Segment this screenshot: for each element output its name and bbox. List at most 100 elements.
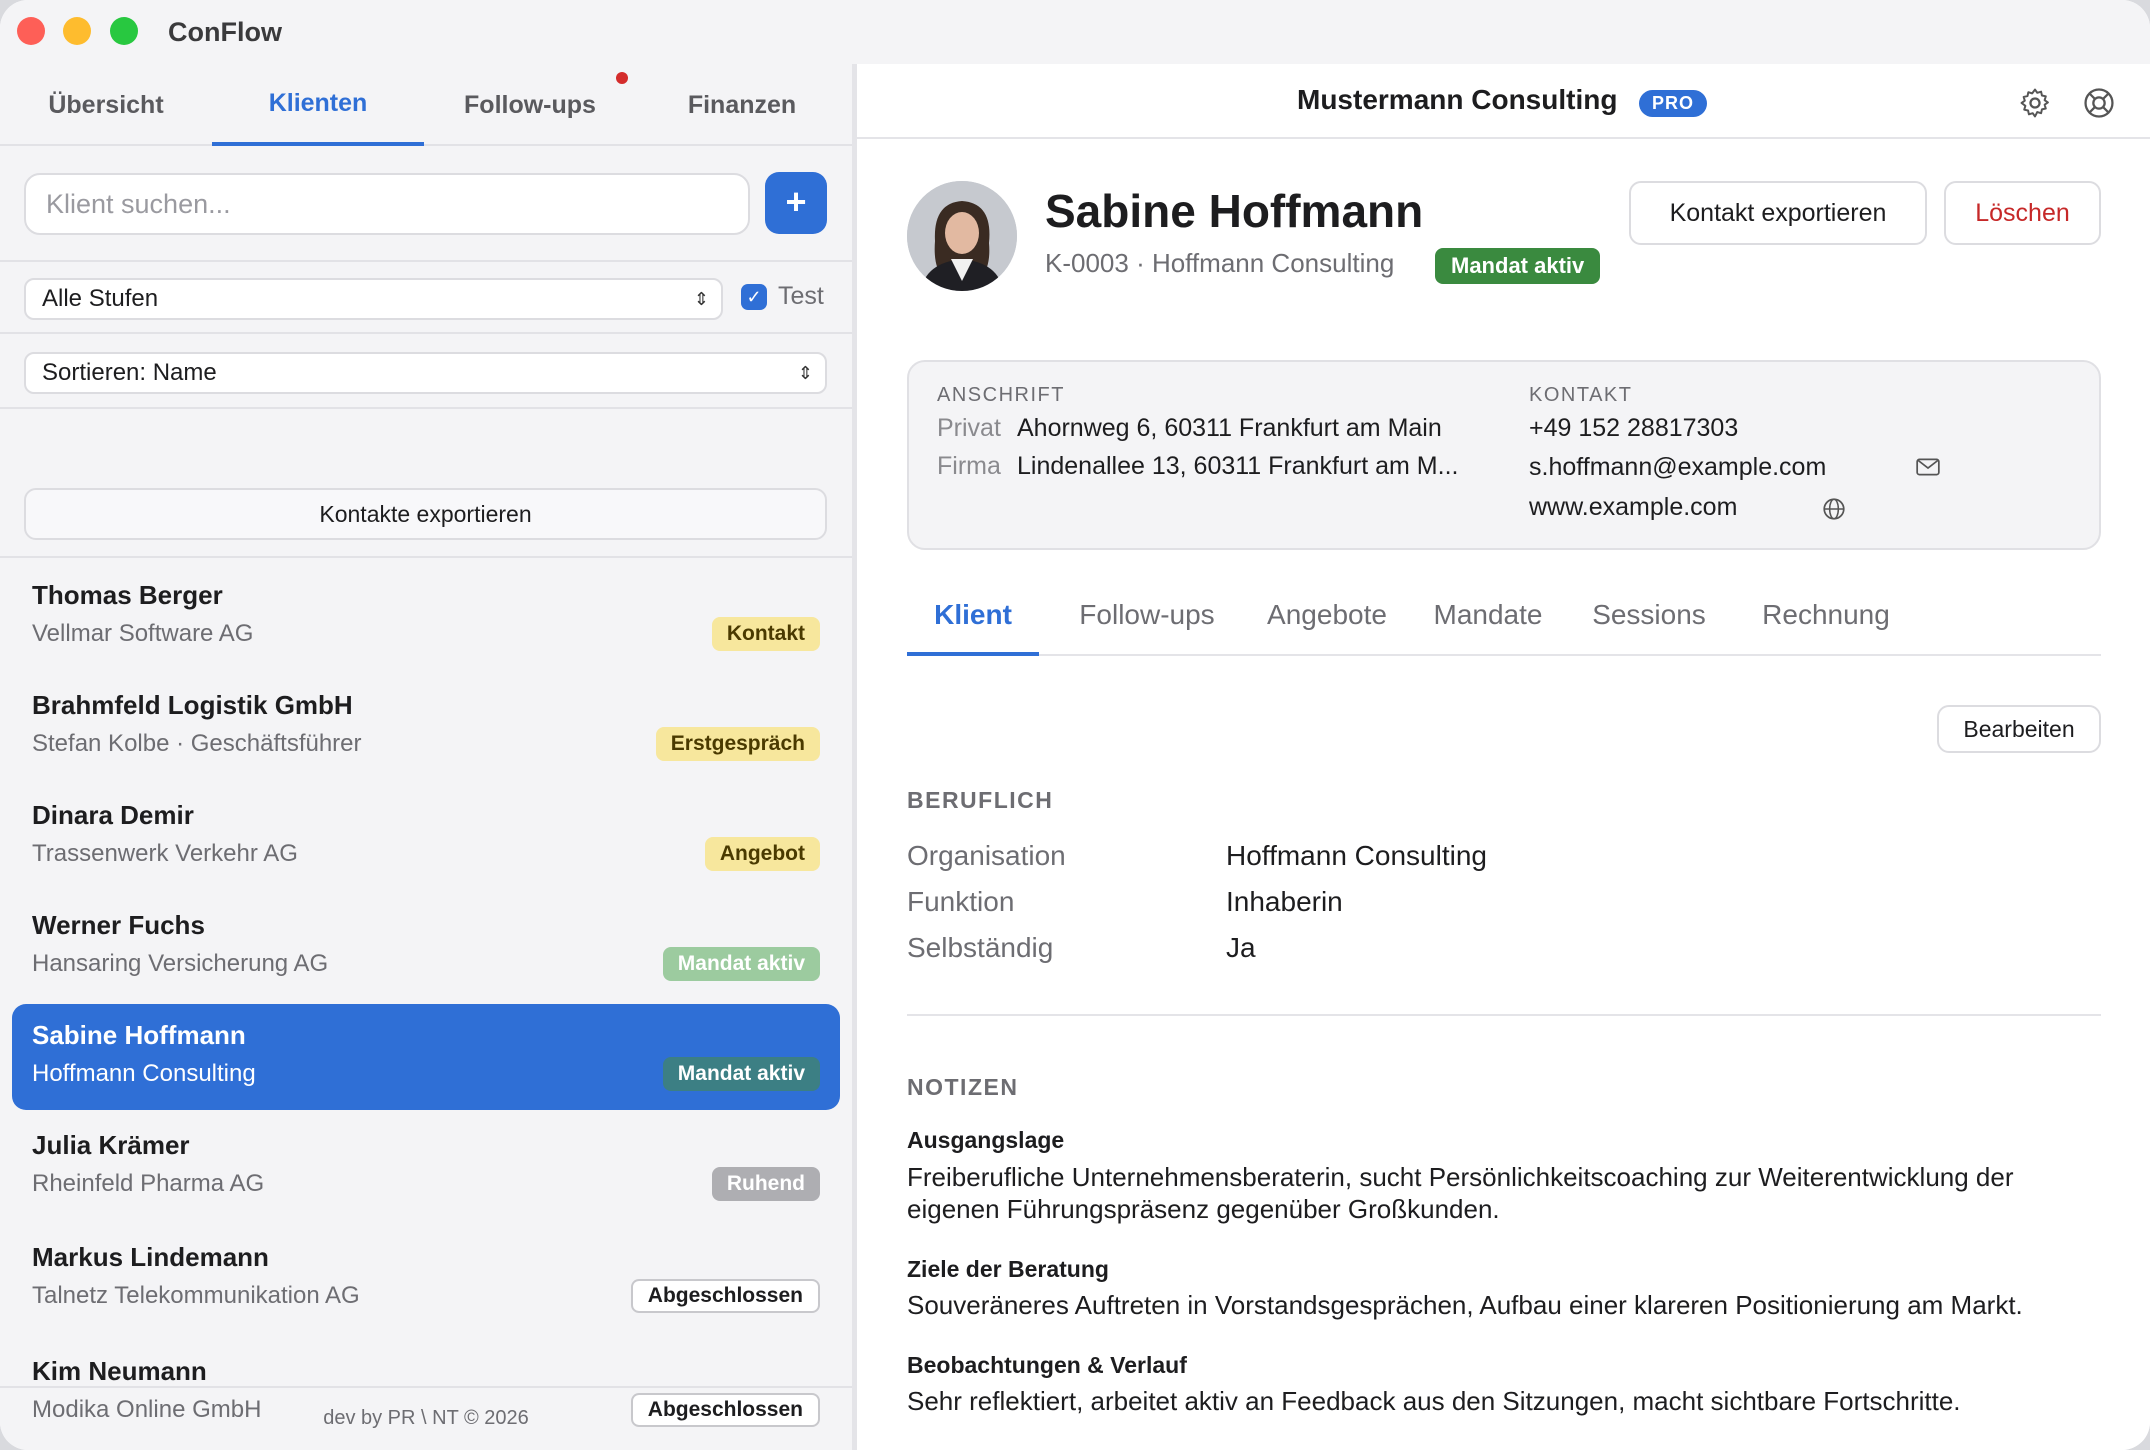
tab-uebersicht[interactable]: Übersicht: [0, 64, 212, 146]
status-badge: Erstgespräch: [655, 727, 820, 761]
status-badge: Ruhend: [711, 1167, 820, 1201]
phone-value[interactable]: +49 152 28817303: [1529, 414, 1738, 443]
plan-badge: PRO: [1639, 90, 1708, 117]
client-list-item[interactable]: Julia Krämer Rheinfeld Pharma AG Ruhend: [12, 1114, 840, 1220]
email-value[interactable]: s.hoffmann@example.com: [1529, 453, 1826, 482]
client-list-item-selected[interactable]: Sabine Hoffmann Hoffmann Consulting Mand…: [12, 1004, 840, 1110]
note-title: Beobachtungen & Verlauf: [907, 1352, 1187, 1378]
note-text: Souveräneres Auftreten in Vorstandsgespr…: [907, 1290, 2023, 1320]
client-list-item[interactable]: Thomas Berger Vellmar Software AG Kontak…: [12, 564, 840, 670]
client-company: Trassenwerk Verkehr AG: [32, 840, 298, 867]
delete-button[interactable]: Löschen: [1944, 181, 2101, 245]
mail-icon[interactable]: [1915, 456, 1941, 478]
section-heading-beruflich: BERUFLICH: [907, 787, 1054, 813]
field-label: Organisation: [907, 840, 1066, 871]
globe-icon[interactable]: [1821, 496, 1847, 522]
client-status-badge: Mandat aktiv: [1435, 248, 1601, 284]
client-search-input[interactable]: Klient suchen...: [24, 173, 750, 235]
section-heading-notizen: NOTIZEN: [907, 1074, 1019, 1100]
notification-dot: [616, 72, 628, 84]
main-nav-tabs: Übersicht Klienten Follow-ups Finanzen: [0, 64, 852, 146]
client-company: Hoffmann Consulting: [32, 1060, 256, 1087]
client-name: Dinara Demir: [32, 800, 194, 830]
client-company: Hansaring Versicherung AG: [32, 950, 329, 977]
address-label: ANSCHRIFT: [937, 384, 1065, 406]
tab-finanzen[interactable]: Finanzen: [636, 64, 848, 146]
client-list-item[interactable]: Brahmfeld Logistik GmbH Stefan Kolbe · G…: [12, 674, 840, 780]
client-name: Markus Lindemann: [32, 1242, 269, 1272]
client-name: Brahmfeld Logistik GmbH: [32, 690, 353, 720]
app-title: ConFlow: [168, 17, 282, 47]
status-badge: Kontakt: [711, 617, 820, 651]
field-label: Selbständig: [907, 932, 1054, 963]
field-value: Inhaberin: [1226, 886, 1343, 917]
status-badge: Abgeschlossen: [630, 1279, 820, 1313]
export-contact-button[interactable]: Kontakt exportieren: [1629, 181, 1927, 245]
tab-klienten[interactable]: Klienten: [212, 64, 424, 146]
client-name: Kim Neumann: [32, 1356, 207, 1386]
status-badge: Angebot: [704, 837, 820, 871]
updown-chevron-icon: ⇕: [693, 289, 709, 309]
tab-rechnung[interactable]: Rechnung: [1751, 588, 1901, 656]
gear-icon[interactable]: [2018, 86, 2052, 120]
client-name: Werner Fuchs: [32, 910, 205, 940]
client-company: Rheinfeld Pharma AG: [32, 1170, 265, 1197]
title-bar: ConFlow: [0, 0, 2150, 64]
sort-select[interactable]: Sortieren: Name ⇕: [24, 352, 827, 394]
company-address-value: Lindenallee 13, 60311 Frankfurt am M...: [1017, 452, 1459, 480]
zoom-window-button[interactable]: [110, 17, 138, 45]
stage-filter-select[interactable]: Alle Stufen ⇕: [24, 278, 723, 320]
field-value: Hoffmann Consulting: [1226, 840, 1487, 871]
detail-tabs: Klient Follow-ups Angebote Mandate Sessi…: [907, 588, 2101, 656]
stage-filter-value: Alle Stufen: [42, 285, 159, 312]
close-window-button[interactable]: [17, 17, 45, 45]
client-company: Stefan Kolbe · Geschäftsführer: [32, 730, 362, 757]
help-lifebuoy-icon[interactable]: [2082, 86, 2116, 120]
tab-klient[interactable]: Klient: [907, 588, 1039, 656]
client-list-item[interactable]: Markus Lindemann Talnetz Telekommunikati…: [12, 1226, 840, 1332]
company-name: Mustermann Consulting: [1297, 84, 1618, 115]
edit-button[interactable]: Bearbeiten: [1937, 705, 2101, 753]
minimize-window-button[interactable]: [63, 17, 91, 45]
detail-pane: Mustermann Consulting PRO Sabine Hoffman…: [857, 64, 2150, 1450]
add-client-button[interactable]: +: [765, 172, 827, 234]
field-label: Funktion: [907, 886, 1015, 917]
client-name: Julia Krämer: [32, 1130, 190, 1160]
sidebar: Übersicht Klienten Follow-ups Finanzen K…: [0, 64, 852, 1450]
tab-mandate[interactable]: Mandate: [1423, 588, 1553, 656]
client-list-item[interactable]: Dinara Demir Trassenwerk Verkehr AG Ange…: [12, 784, 840, 890]
note-text: Sehr reflektiert, arbeitet aktiv an Feed…: [907, 1386, 1961, 1416]
client-company: Talnetz Telekommunikation AG: [32, 1282, 360, 1309]
app-window: ConFlow Übersicht Klienten Follow-ups Fi…: [0, 0, 2150, 1450]
test-checkbox[interactable]: ✓: [741, 284, 767, 310]
field-value: Ja: [1226, 932, 1256, 963]
divider: [0, 556, 852, 558]
status-badge: Mandat aktiv: [662, 1057, 820, 1091]
tab-follow-ups[interactable]: Follow-ups: [1067, 588, 1227, 656]
detail-header: Mustermann Consulting PRO: [857, 64, 2150, 139]
divider: [0, 332, 852, 334]
export-contacts-button[interactable]: Kontakte exportieren: [24, 488, 827, 540]
divider: [0, 407, 852, 409]
company-address-key: Firma: [937, 452, 1001, 480]
tab-follow-ups[interactable]: Follow-ups: [424, 64, 636, 146]
divider: [0, 260, 852, 262]
client-id-meta: K-0003 · Hoffmann Consulting: [1045, 248, 1395, 278]
updown-chevron-icon: ⇕: [797, 363, 813, 383]
sort-value: Sortieren: Name: [42, 359, 217, 386]
client-list-item[interactable]: Werner Fuchs Hansaring Versicherung AG M…: [12, 894, 840, 1000]
website-value[interactable]: www.example.com: [1529, 493, 1737, 522]
tab-sessions[interactable]: Sessions: [1579, 588, 1719, 656]
divider: [907, 1014, 2101, 1016]
note-text: Freiberufliche Unternehmensberaterin, su…: [907, 1162, 2014, 1224]
note-title: Ziele der Beratung: [907, 1256, 1109, 1282]
client-name: Thomas Berger: [32, 580, 223, 610]
client-avatar: [907, 181, 1017, 291]
test-checkbox-label: Test: [778, 282, 824, 310]
private-address-key: Privat: [937, 414, 1001, 442]
contact-label: KONTAKT: [1529, 384, 1633, 406]
status-badge: Mandat aktiv: [662, 947, 820, 981]
note-title: Ausgangslage: [907, 1127, 1065, 1153]
tab-angebote[interactable]: Angebote: [1257, 588, 1397, 656]
contact-card: ANSCHRIFT Privat Ahornweg 6, 60311 Frank…: [907, 360, 2101, 550]
